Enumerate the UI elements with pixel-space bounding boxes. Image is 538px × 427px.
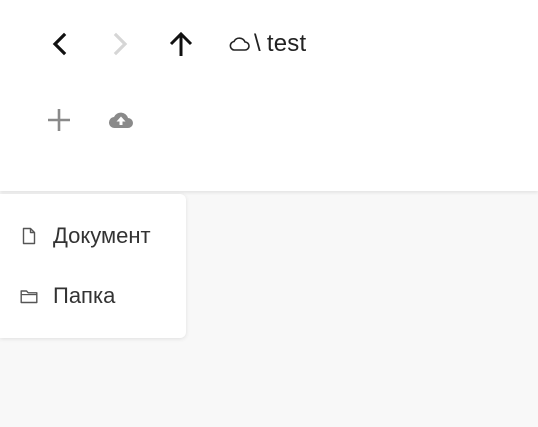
cloud-icon[interactable] [228, 36, 250, 52]
arrow-up-icon [169, 31, 193, 56]
file-icon [20, 227, 38, 245]
new-item-menu: Документ Папка [0, 194, 186, 338]
folder-icon [20, 287, 38, 305]
cloud-upload-icon [108, 112, 133, 129]
menu-item-label: Документ [53, 223, 151, 248]
breadcrumb-current[interactable]: test [267, 30, 306, 58]
menu-item-label: Папка [53, 283, 116, 308]
back-button[interactable] [44, 28, 76, 60]
menu-item-folder[interactable]: Папка [0, 268, 186, 324]
toolbar-header: \ test [0, 0, 538, 191]
new-button[interactable] [43, 104, 75, 136]
menu-item-document[interactable]: Документ [0, 208, 186, 264]
chevron-right-icon [113, 32, 128, 56]
plus-icon [48, 109, 70, 131]
chevron-left-icon [52, 32, 67, 56]
breadcrumb: \ test [228, 29, 306, 59]
upload-button[interactable] [105, 104, 137, 136]
breadcrumb-separator: \ [254, 30, 261, 57]
up-button[interactable] [165, 28, 197, 60]
forward-button[interactable] [104, 28, 136, 60]
